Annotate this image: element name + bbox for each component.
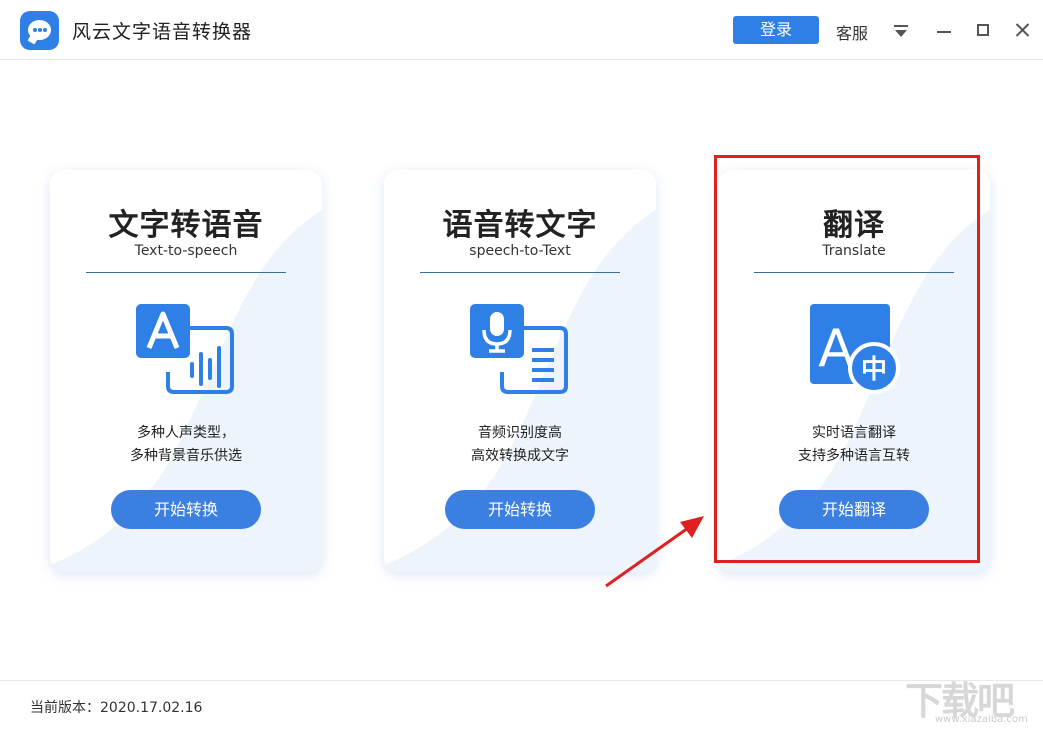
card-text-to-speech: 文字转语音 Text-to-speech 多种人声类型， 多种背景音乐供选 开始… (50, 170, 322, 572)
customer-service-link[interactable]: 客服 (836, 20, 868, 44)
card-title: 文字转语音 (108, 208, 264, 243)
card-divider (420, 272, 620, 273)
login-button[interactable]: 登录 (733, 16, 819, 44)
text-to-speech-icon (136, 304, 234, 394)
watermark-logo: 下载吧 www.xiazaiba.com (905, 670, 1040, 728)
card-subtitle: speech-to-Text (469, 243, 571, 259)
highlight-box (714, 155, 980, 563)
card-subtitle: Text-to-speech (134, 243, 238, 259)
close-icon[interactable] (1014, 19, 1032, 41)
watermark-url: www.xiazaiba.com (935, 714, 1028, 725)
start-speech-to-text-button[interactable]: 开始转换 (445, 490, 595, 529)
title-bar: 风云文字语音转换器 登录 客服 (0, 0, 1043, 60)
menu-dropdown-icon[interactable] (892, 19, 910, 41)
app-logo-icon (20, 11, 59, 50)
maximize-icon[interactable] (975, 19, 993, 41)
card-divider (86, 272, 286, 273)
card-description-line1: 多种人声类型， (137, 425, 235, 441)
card-description-line2: 高效转换成文字 (471, 448, 569, 464)
version-label: 当前版本：2020.17.02.16 (30, 700, 203, 716)
minimize-icon[interactable] (935, 19, 953, 41)
card-description-line1: 音频识别度高 (478, 425, 562, 441)
status-footer: 当前版本：2020.17.02.16 (0, 680, 1043, 730)
card-description-line2: 多种背景音乐供选 (130, 448, 242, 464)
app-title: 风云文字语音转换器 (72, 21, 253, 43)
card-title: 语音转文字 (442, 208, 598, 243)
annotation-arrow-icon (605, 516, 704, 588)
start-text-to-speech-button[interactable]: 开始转换 (111, 490, 261, 529)
speech-to-text-icon (470, 304, 568, 394)
